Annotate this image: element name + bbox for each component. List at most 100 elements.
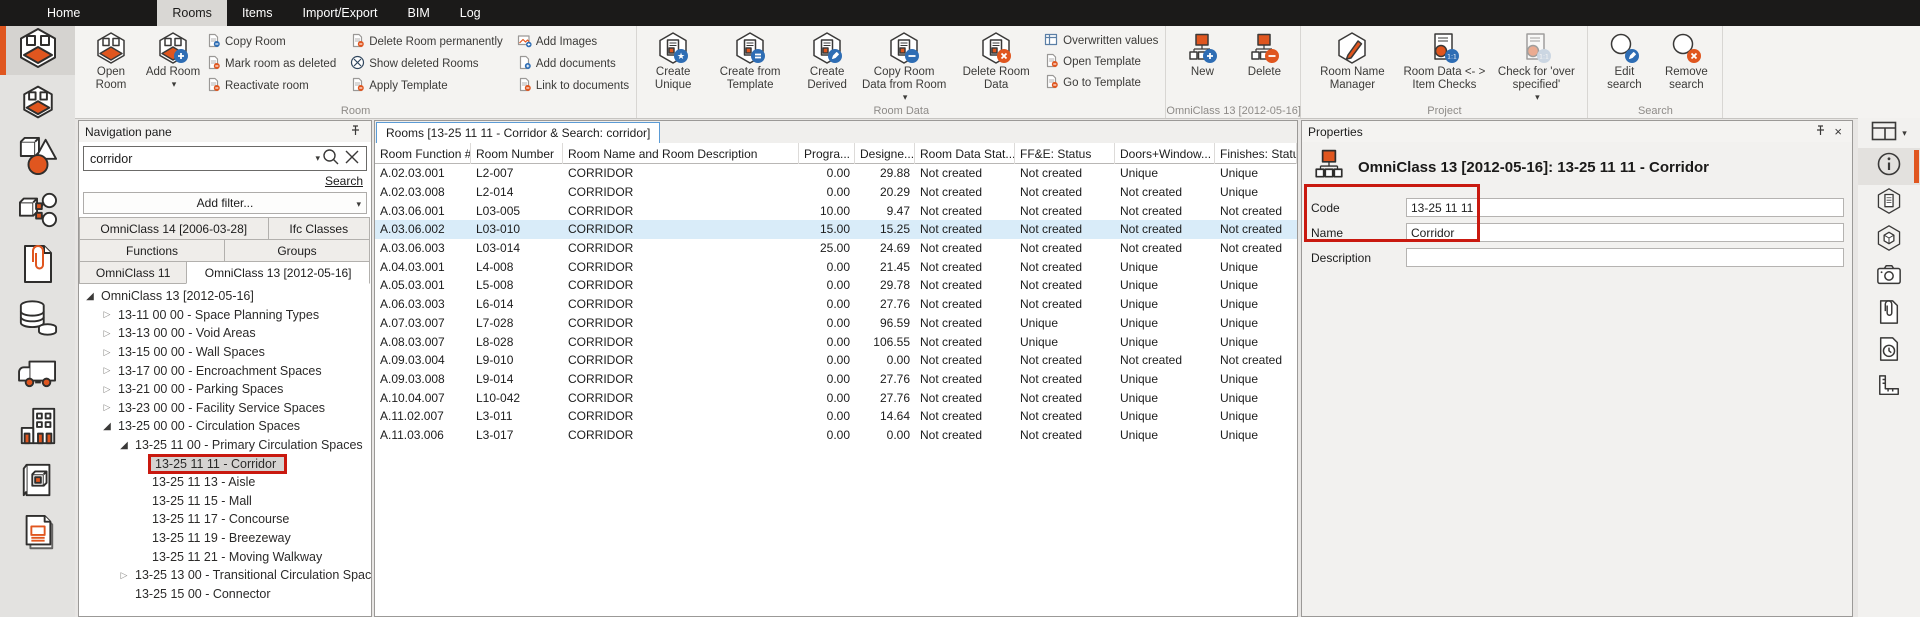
- code-field[interactable]: [1406, 198, 1844, 217]
- sidebar-item-products[interactable]: [0, 458, 75, 507]
- menu-tab-rooms[interactable]: Rooms: [157, 0, 227, 26]
- add-filter-button[interactable]: Add filter... ▾: [83, 192, 367, 214]
- tree-item[interactable]: 13-25 11 19 - Breezeway: [79, 529, 371, 548]
- room-name-manager-button[interactable]: Room Name Manager: [1308, 29, 1396, 93]
- pin-icon[interactable]: [346, 124, 365, 139]
- menu-tab-home[interactable]: Home: [32, 0, 95, 26]
- sidebar-item-open-rooms[interactable]: [0, 80, 75, 129]
- column-header[interactable]: Doors+Window...: [1115, 143, 1215, 164]
- table-row[interactable]: A.03.06.002L03-010CORRIDOR15.0015.25Not …: [375, 220, 1297, 239]
- collapse-icon[interactable]: ◢: [117, 440, 131, 451]
- tree-item[interactable]: ▷13-13 00 00 - Void Areas: [79, 324, 371, 343]
- table-row[interactable]: A.09.03.008L9-014CORRIDOR0.0027.76Not cr…: [375, 370, 1297, 389]
- copy-room-button[interactable]: Copy Room: [206, 32, 336, 52]
- expand-icon[interactable]: ▷: [100, 402, 114, 413]
- open-room-button[interactable]: Open Room: [82, 29, 140, 93]
- add-documents-button[interactable]: Add documents: [517, 54, 629, 74]
- properties-tab-images[interactable]: [1858, 259, 1920, 296]
- close-icon[interactable]: ×: [1830, 124, 1846, 139]
- sidebar-item-finance[interactable]: [0, 296, 75, 345]
- table-row[interactable]: A.11.02.007L3-011CORRIDOR0.0014.64Not cr…: [375, 407, 1297, 426]
- add-images-button[interactable]: Add Images: [517, 32, 629, 52]
- create-derived-button[interactable]: Create Derived: [798, 29, 856, 93]
- menu-tab-log[interactable]: Log: [445, 0, 496, 26]
- layout-panel-icon[interactable]: [1871, 121, 1897, 146]
- open-template-button[interactable]: Open Template: [1044, 53, 1158, 71]
- classification-tab-functions[interactable]: Functions: [79, 239, 225, 262]
- expand-icon[interactable]: ▷: [100, 384, 114, 395]
- table-row[interactable]: A.04.03.001L4-008CORRIDOR0.0021.45Not cr…: [375, 257, 1297, 276]
- sidebar-item-logistics[interactable]: [0, 350, 75, 399]
- column-header[interactable]: FF&E: Status: [1015, 143, 1115, 164]
- edit-search-button[interactable]: Edit search: [1595, 29, 1653, 93]
- remove-search-button[interactable]: Remove search: [1657, 29, 1715, 93]
- tree-item[interactable]: 13-25 11 17 - Concourse: [79, 510, 371, 529]
- check-for-over-specified--button[interactable]: 1:1Check for 'over specified'▾: [1492, 29, 1580, 104]
- copy-room-data-from-room-button[interactable]: Copy Room Data from Room▾: [860, 29, 948, 104]
- description-field[interactable]: [1406, 248, 1844, 267]
- menu-tab-import-export[interactable]: Import/Export: [288, 0, 393, 26]
- search-link[interactable]: Search: [325, 174, 363, 188]
- expand-icon[interactable]: ▷: [100, 309, 114, 320]
- show-deleted-rooms-button[interactable]: Show deleted Rooms: [350, 54, 503, 74]
- chevron-down-icon[interactable]: ▾: [1902, 128, 1907, 139]
- column-header[interactable]: Room Data Stat...: [915, 143, 1015, 164]
- table-row[interactable]: A.08.03.007L8-028CORRIDOR0.00106.55Not c…: [375, 332, 1297, 351]
- properties-tab-room-data-sheet[interactable]: [1858, 185, 1920, 222]
- sidebar-item-documents[interactable]: [0, 242, 75, 291]
- expand-icon[interactable]: ▷: [100, 365, 114, 376]
- tree-item[interactable]: ▷13-17 00 00 - Encroachment Spaces: [79, 361, 371, 380]
- column-header[interactable]: Finishes: Statu: [1215, 143, 1297, 164]
- table-row[interactable]: A.02.03.008L2-014CORRIDOR0.0020.29Not cr…: [375, 183, 1297, 202]
- table-row[interactable]: A.06.03.003L6-014CORRIDOR0.0027.76Not cr…: [375, 295, 1297, 314]
- table-row[interactable]: A.07.03.007L7-028CORRIDOR0.0096.59Not cr…: [375, 314, 1297, 333]
- tree-item[interactable]: ▷13-15 00 00 - Wall Spaces: [79, 343, 371, 362]
- name-field[interactable]: [1406, 223, 1844, 242]
- tree-item[interactable]: 13-25 11 11 - Corridor: [79, 454, 371, 473]
- tree-item[interactable]: 13-25 15 00 - Connector: [79, 585, 371, 604]
- pin-icon[interactable]: [1811, 124, 1830, 139]
- sidebar-item-building[interactable]: [0, 404, 75, 453]
- column-header[interactable]: Designe...: [855, 143, 915, 164]
- create-from-template-button[interactable]: Create from Template: [706, 29, 794, 93]
- properties-tab-log-history[interactable]: [1858, 333, 1920, 370]
- table-row[interactable]: A.10.04.007L10-042CORRIDOR0.0027.76Not c…: [375, 388, 1297, 407]
- delete-room-data-button[interactable]: Delete Room Data: [952, 29, 1040, 93]
- sidebar-item-items[interactable]: [0, 134, 75, 183]
- tree-item[interactable]: ▷13-25 13 00 - Transitional Circulation …: [79, 566, 371, 585]
- menu-tab-bim[interactable]: BIM: [393, 0, 445, 26]
- tree-item[interactable]: ▷13-11 00 00 - Space Planning Types: [79, 306, 371, 325]
- table-row[interactable]: A.09.03.004L9-010CORRIDOR0.000.00Not cre…: [375, 351, 1297, 370]
- column-header[interactable]: Progra...: [799, 143, 855, 164]
- tree-item[interactable]: ◢13-25 00 00 - Circulation Spaces: [79, 417, 371, 436]
- properties-tab-items-in-room[interactable]: [1858, 222, 1920, 259]
- search-icon[interactable]: [320, 148, 342, 169]
- collapse-icon[interactable]: ◢: [83, 291, 97, 302]
- add-room-button[interactable]: Add Room▾: [144, 29, 202, 91]
- tree-item[interactable]: ◢13-25 11 00 - Primary Circulation Space…: [79, 436, 371, 455]
- classification-tab-groups[interactable]: Groups: [224, 239, 370, 262]
- table-row[interactable]: A.03.06.001L03-005CORRIDOR10.009.47Not c…: [375, 201, 1297, 220]
- tree-item[interactable]: 13-25 11 15 - Mall: [79, 492, 371, 511]
- expand-icon[interactable]: ▷: [100, 328, 114, 339]
- new-button[interactable]: New: [1173, 29, 1231, 80]
- go-to-template-button[interactable]: Go to Template: [1044, 74, 1158, 92]
- overwritten-values-button[interactable]: Overwritten values: [1044, 32, 1158, 50]
- expand-icon[interactable]: ▷: [117, 570, 131, 581]
- properties-tab-info[interactable]: [1858, 148, 1920, 185]
- search-input[interactable]: [88, 151, 313, 167]
- tree-item[interactable]: 13-25 11 13 - Aisle: [79, 473, 371, 492]
- link-to-documents-button[interactable]: Link to documents: [517, 76, 629, 96]
- tree-item[interactable]: ▷13-21 00 00 - Parking Spaces: [79, 380, 371, 399]
- sidebar-item-item-links[interactable]: [0, 188, 75, 237]
- apply-template-button[interactable]: Apply Template: [350, 76, 503, 96]
- create-unique-button[interactable]: ★Create Unique: [644, 29, 702, 93]
- reactivate-room-button[interactable]: Reactivate room: [206, 76, 336, 96]
- expand-icon[interactable]: ▷: [100, 347, 114, 358]
- delete-button[interactable]: Delete: [1235, 29, 1293, 80]
- properties-tab-measurements[interactable]: [1858, 370, 1920, 407]
- clear-search-icon[interactable]: [342, 149, 362, 168]
- properties-tab-attachments[interactable]: [1858, 296, 1920, 333]
- classification-tab-omniclass-14-2006-03-28-[interactable]: OmniClass 14 [2006-03-28]: [79, 217, 269, 240]
- room-data-item-checks-button[interactable]: 1:1Room Data <- > Item Checks: [1400, 29, 1488, 93]
